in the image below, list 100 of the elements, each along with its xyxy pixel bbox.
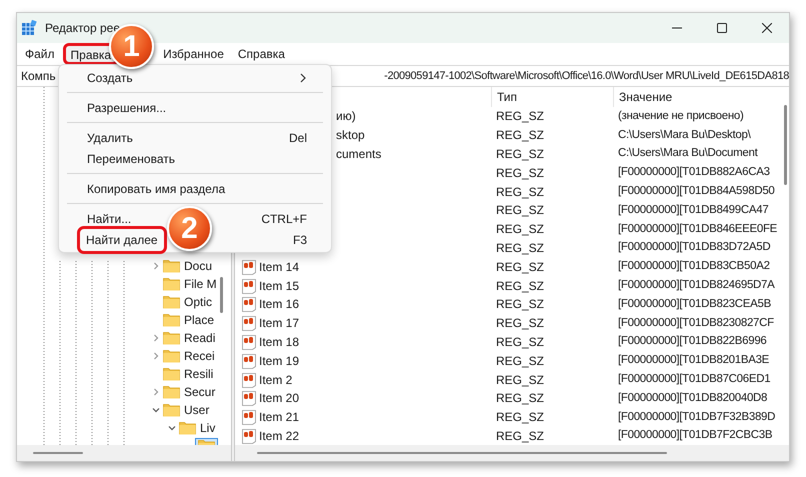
value-name[interactable]: Item 15 [259, 276, 300, 295]
string-value-icon [241, 278, 257, 294]
value-data: (значение не присвоено) [617, 108, 744, 124]
folder-icon [163, 349, 180, 363]
value-type: REG_SZ [495, 372, 546, 389]
menu-option[interactable]: Найти далее [77, 226, 167, 254]
value-data: [F00000000][T01DB7F2CBC3B [617, 428, 772, 444]
shortcut-text: CTRL+F [261, 210, 307, 228]
tree-item-label[interactable]: File M [184, 275, 217, 293]
value-data: C:\Users\Mara Bu\Desktop\ [617, 128, 750, 143]
menu-option[interactable]: Разрешения... [86, 98, 168, 116]
string-value-icon [241, 428, 257, 444]
menu-option[interactable]: Найти... [86, 210, 132, 228]
address-text: Компь [21, 68, 56, 85]
maximize-icon [716, 23, 726, 33]
folder-icon [163, 367, 180, 381]
value-type: REG_SZ [495, 296, 546, 314]
folder-icon [163, 385, 180, 399]
value-type: REG_SZ [495, 428, 546, 445]
value-name[interactable]: Item 2 [259, 370, 292, 389]
value-data: [F00000000][T01DB823CEA5B [617, 296, 771, 312]
menu-item[interactable]: Файл [18, 43, 62, 65]
chevron-right-icon[interactable] [151, 261, 161, 271]
menu-item[interactable]: Избранное [156, 43, 231, 65]
string-value-icon [241, 315, 257, 332]
value-name[interactable]: Item 19 [259, 352, 300, 370]
close-icon [762, 23, 772, 33]
tree-item-label[interactable]: Docu [184, 257, 212, 275]
string-value-icon [241, 296, 257, 312]
value-name[interactable]: Item 21 [259, 408, 300, 426]
tree-item-label[interactable]: Place [184, 311, 214, 329]
value-type: REG_SZ [495, 352, 546, 370]
value-data: C:\Users\Mara Bu\Document [617, 146, 758, 162]
menu-option[interactable]: Переименовать [86, 150, 176, 168]
string-value-icon [241, 372, 257, 388]
value-data: [F00000000][T01DB846EEE0FE [617, 222, 778, 237]
menu-option[interactable]: Копировать имя раздела [86, 180, 226, 198]
shortcut-text: Del [288, 130, 307, 146]
string-value-icon [241, 334, 257, 350]
value-data: [F00000000][T01DB83D72A5D [617, 240, 770, 256]
folder-icon [163, 313, 180, 327]
value-type: REG_SZ [495, 334, 546, 351]
value-name[interactable]: Item 14 [259, 258, 300, 276]
value-name[interactable]: ию) [336, 107, 356, 126]
value-name[interactable]: Item 17 [259, 314, 300, 332]
tree-item-label[interactable]: Liv [200, 419, 216, 437]
value-type: REG_SZ [495, 390, 546, 408]
value-name[interactable]: Item 16 [259, 295, 300, 314]
value-name[interactable]: sktop [336, 126, 365, 144]
string-value-icon [241, 390, 257, 406]
value-data: [F00000000][T01DB7F32B389D [617, 410, 776, 425]
tree-item-label[interactable]: Recei [184, 347, 215, 365]
registry-editor-icon [21, 20, 37, 36]
value-type: REG_SZ [495, 184, 546, 201]
value-type: REG_SZ [495, 278, 546, 295]
value-type: REG_SZ [495, 315, 546, 332]
value-type: REG_SZ [495, 164, 546, 182]
shortcut-text: F3 [292, 232, 307, 248]
string-value-icon [241, 352, 257, 369]
value-name[interactable]: cuments [336, 144, 382, 163]
chevron-right-icon [299, 72, 307, 82]
folder-icon [163, 331, 180, 345]
tree-item-label[interactable]: Optic [184, 293, 212, 311]
value-type: REG_SZ [495, 146, 546, 163]
value-data: [F00000000][T01DB8201BA3E [617, 353, 770, 368]
value-name[interactable]: Item 18 [259, 332, 300, 351]
horizontal-scrollbar[interactable] [17, 445, 231, 461]
address-text: -2009059147-1002\Software\Microsoft\Office\16.0\Word\User MRU\LiveId_DE615DA818 [384, 68, 789, 84]
folder-icon [179, 421, 196, 435]
menu-option[interactable]: Удалить [86, 128, 134, 146]
value-data: [F00000000][T01DB8499CA47 [617, 202, 768, 218]
value-data: [F00000000][T01DB822B6996 [617, 334, 767, 350]
string-value-icon [241, 409, 257, 426]
value-name[interactable]: Item 20 [259, 389, 300, 408]
value-type: REG_SZ [495, 240, 546, 257]
folder-icon [163, 259, 180, 273]
value-data: [F00000000][T01DB824695D7A [617, 278, 775, 293]
menu-option[interactable]: Создать [86, 68, 134, 86]
value-data: [F00000000][T01DB820040D8 [617, 390, 768, 406]
tree-item-label[interactable]: Secur [184, 383, 216, 401]
tree-item-label[interactable]: Resili [184, 365, 214, 383]
menu-item[interactable]: Справка [230, 43, 292, 65]
column-header[interactable]: Тип [491, 87, 613, 107]
scrollbar-thumb[interactable] [220, 277, 223, 313]
value-data: [F00000000][T01DB87C06ED1 [617, 372, 770, 387]
horizontal-scrollbar[interactable] [235, 445, 789, 461]
folder-icon [163, 277, 180, 291]
value-type: REG_SZ [495, 258, 546, 276]
value-type: REG_SZ [495, 409, 546, 426]
value-data: [F00000000][T01DB8230827CF [617, 316, 774, 331]
chevron-right-icon[interactable] [151, 387, 161, 397]
value-data: [F00000000][T01DB83CB50A2 [617, 259, 770, 274]
value-type: REG_SZ [495, 127, 546, 144]
value-name[interactable]: Item 22 [259, 426, 300, 445]
scrollbar-thumb[interactable] [784, 105, 787, 185]
value-type: REG_SZ [495, 202, 546, 220]
value-type: REG_SZ [495, 221, 546, 238]
tree-item-label[interactable]: Readi [184, 329, 216, 347]
string-value-icon [241, 258, 257, 275]
tree-item-label[interactable]: User [184, 401, 210, 419]
